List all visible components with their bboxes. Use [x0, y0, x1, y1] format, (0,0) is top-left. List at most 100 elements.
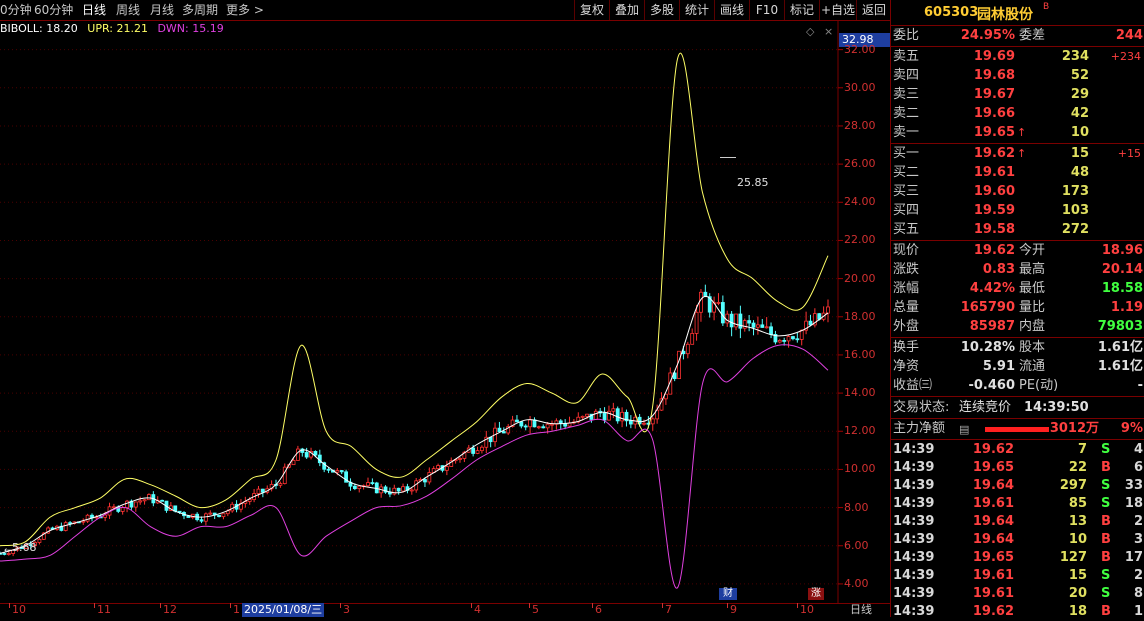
candle-body	[760, 324, 765, 328]
period-more-menu[interactable]: 更多 >	[226, 2, 264, 18]
bids-row[interactable]: 买五 19.58 272	[891, 221, 1144, 239]
y-tick-label: 28.00	[844, 118, 876, 132]
tick-row: 14:39 19.64 297 S 33	[891, 477, 1144, 495]
period-tab-60min[interactable]: 60分钟	[34, 2, 73, 18]
period-tab-month[interactable]: 月线	[150, 2, 174, 18]
stats-button[interactable]: 统计	[679, 0, 714, 20]
quote-row: 现价 19.62 今开 18.96	[891, 242, 1144, 260]
x-tick-label: 1	[233, 603, 240, 616]
weicha-value: 244	[1115, 28, 1143, 43]
kline-chart[interactable]	[0, 21, 890, 603]
x-tick-label: 6	[595, 603, 602, 616]
tick-row: 14:39 19.62 18 B 1	[891, 603, 1144, 621]
bids-arrow-icon: ↑	[1017, 147, 1027, 160]
multi-stock-button[interactable]: 多股	[644, 0, 679, 20]
candle-body	[786, 336, 791, 342]
candle-body	[63, 522, 68, 531]
y-tick-label: 4.00	[844, 576, 869, 590]
candle-body	[85, 514, 90, 522]
y-tick-label: 14.00	[844, 386, 876, 400]
candle-body	[436, 465, 440, 470]
candle-body	[304, 452, 309, 458]
candle-body	[769, 326, 773, 335]
candle-body	[694, 311, 699, 334]
candle-body	[471, 447, 476, 454]
candle-body	[370, 482, 375, 484]
period-tab-day[interactable]: 日线	[82, 2, 106, 18]
candle-body	[541, 426, 546, 429]
quote-value: 1.19	[1110, 300, 1143, 315]
mid-band-line	[0, 295, 829, 554]
candle-body	[427, 472, 432, 483]
candle-body	[37, 538, 42, 543]
mark-button[interactable]: 标记	[784, 0, 819, 20]
asks-row[interactable]: 卖五 19.69 234 +234	[891, 48, 1144, 66]
stats-value: -	[1137, 378, 1143, 393]
adjust-button[interactable]: 复权	[574, 0, 609, 20]
candle-body	[278, 483, 283, 486]
quote-value: 79803	[1097, 319, 1143, 334]
stats-row: 收益㈢ -0.460 PE(动) -	[891, 377, 1144, 395]
candle-body	[515, 419, 519, 423]
bids-row[interactable]: 买一 19.62 15 +15 ↑	[891, 145, 1144, 163]
candle-body	[720, 302, 725, 324]
candle-body	[777, 340, 782, 343]
x-tick-label: 10	[12, 603, 26, 616]
candle-body	[677, 350, 681, 379]
bids-row[interactable]: 买四 19.59 103	[891, 202, 1144, 220]
overlay-button[interactable]: 叠加	[609, 0, 644, 20]
candle-body	[716, 302, 721, 304]
x-tick-mark	[727, 603, 728, 608]
tick-count: 17	[1124, 550, 1143, 565]
low-marker-label: 5.68	[12, 541, 37, 554]
asks-row[interactable]: 卖二 19.66 42	[891, 105, 1144, 123]
upper-band-line	[0, 52, 829, 547]
bids-row[interactable]: 买三 19.60 173	[891, 183, 1144, 201]
trade-status-time: 14:39:50	[1024, 400, 1089, 415]
draw-line-button[interactable]: 画线	[714, 0, 749, 20]
candle-body	[611, 408, 616, 412]
weibi-row: 委比 24.95% 委差 244	[891, 27, 1144, 45]
quote-row: 涨幅 4.42% 最低 18.58	[891, 280, 1144, 298]
asks-row[interactable]: 卖一 19.65 10 ↑	[891, 124, 1144, 142]
candle-body	[580, 415, 585, 418]
high-marker-line	[720, 157, 736, 158]
y-tick-label: 10.00	[844, 462, 876, 476]
candle-body	[352, 485, 357, 489]
stats-value: 1.61亿	[1097, 340, 1143, 355]
candle-body	[756, 324, 760, 328]
candle-body	[458, 458, 462, 460]
f10-button[interactable]: F10	[749, 0, 784, 20]
candle-body	[685, 343, 690, 355]
asks-row[interactable]: 卖三 19.67 29	[891, 86, 1144, 104]
stock-name[interactable]: 园林股份	[977, 4, 1033, 24]
asks-volume: 52	[1070, 68, 1089, 83]
period-tab-min[interactable]: 0分钟	[0, 2, 32, 18]
period-tab-multi[interactable]: 多周期	[182, 2, 218, 18]
candle-body	[221, 513, 226, 518]
candle-body	[133, 501, 138, 508]
asks-row[interactable]: 卖四 19.68 52	[891, 67, 1144, 85]
y-tick-label: 30.00	[844, 80, 876, 94]
candle-body	[256, 488, 261, 494]
period-corner-label[interactable]: 日线	[850, 603, 872, 617]
candle-body	[536, 426, 541, 429]
add-watchlist-button[interactable]: +自选	[819, 0, 856, 20]
back-button[interactable]: 返回	[856, 0, 891, 20]
x-tick-label: 3	[343, 603, 350, 616]
candle-body	[217, 514, 221, 518]
candle-body	[642, 422, 646, 425]
bids-row[interactable]: 买二 19.61 48	[891, 164, 1144, 182]
candle-body	[326, 468, 331, 471]
x-tick-mark	[592, 603, 593, 608]
quote-value: 20.14	[1101, 262, 1143, 277]
tick-row: 14:39 19.64 13 B 2	[891, 513, 1144, 531]
finance-event-tag[interactable]: 财	[719, 588, 737, 600]
period-tab-week[interactable]: 周线	[116, 2, 140, 18]
candle-body	[392, 487, 397, 495]
limit-up-event-tag[interactable]: 涨	[808, 588, 824, 600]
trade-status-row: 交易状态: 连续竞价 14:39:50	[891, 399, 1144, 417]
candle-body	[690, 333, 695, 345]
candle-body	[199, 519, 204, 522]
candle-body	[120, 507, 125, 512]
